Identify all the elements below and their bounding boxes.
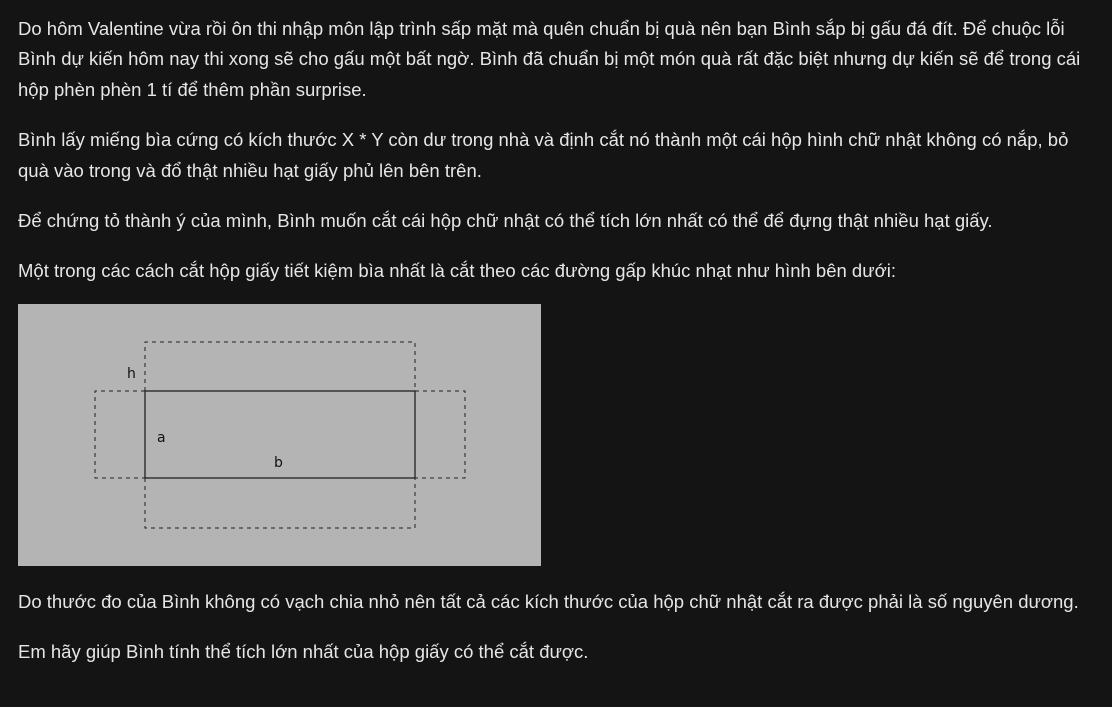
label-a: a (157, 430, 166, 446)
box-net-svg: h a b (94, 341, 466, 529)
paragraph-cardboard: Bình lấy miếng bìa cứng có kích thước X … (18, 129, 1069, 181)
paragraph-max-volume: Để chứng tỏ thành ý của mình, Bình muốn … (18, 210, 993, 232)
paragraph-cut-method: Một trong các cách cắt hộp giấy tiết kiệ… (18, 260, 896, 282)
label-b: b (274, 455, 283, 471)
box-net-diagram: h a b (18, 304, 541, 566)
problem-text-bottom: Do thước đo của Bình không có vạch chia … (18, 587, 1093, 668)
bottom-flap-outline (144, 478, 416, 529)
top-flap-outline (144, 341, 416, 391)
paragraph-intro: Do hôm Valentine vừa rồi ôn thi nhập môn… (18, 18, 1081, 100)
right-flap-outline (415, 390, 466, 479)
label-h: h (127, 366, 136, 382)
paragraph-integer-constraint: Do thước đo của Bình không có vạch chia … (18, 591, 1079, 612)
left-flap-outline (94, 390, 145, 479)
problem-statement-page: { "problem": { "paragraphs": [ "Do hôm V… (0, 0, 1112, 707)
problem-text-top: Do hôm Valentine vừa rồi ôn thi nhập môn… (18, 14, 1093, 287)
paragraph-task: Em hãy giúp Bình tính thể tích lớn nhất … (18, 641, 589, 663)
